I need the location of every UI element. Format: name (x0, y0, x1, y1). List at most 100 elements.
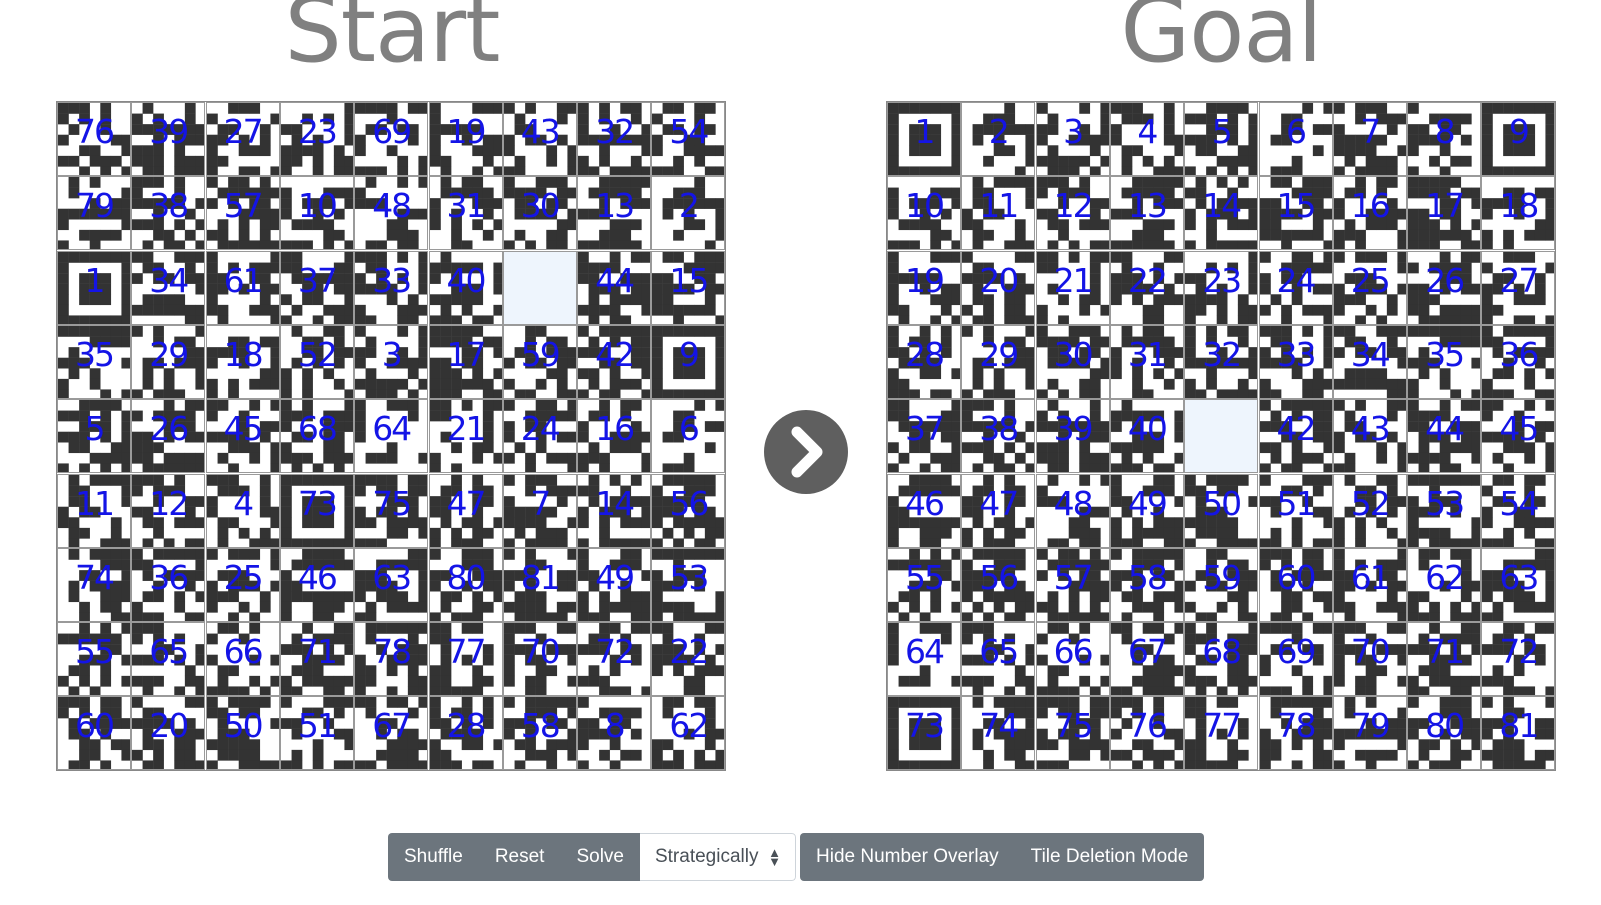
puzzle-tile[interactable]: 20 (961, 250, 1036, 325)
puzzle-tile[interactable]: 44 (1407, 399, 1482, 474)
puzzle-tile[interactable]: 28 (428, 696, 503, 771)
puzzle-tile[interactable]: 30 (1035, 324, 1110, 399)
puzzle-tile[interactable]: 2 (651, 176, 726, 251)
chevron-right-icon[interactable] (764, 410, 848, 494)
puzzle-tile[interactable]: 38 (961, 399, 1036, 474)
puzzle-tile[interactable]: 9 (1481, 102, 1556, 176)
puzzle-tile[interactable]: 65 (131, 622, 206, 697)
puzzle-tile[interactable]: 11 (961, 176, 1036, 251)
puzzle-tile[interactable]: 27 (205, 102, 280, 176)
puzzle-tile[interactable]: 57 (1035, 547, 1110, 622)
puzzle-tile[interactable]: 13 (577, 176, 652, 251)
puzzle-tile[interactable]: 8 (577, 696, 652, 771)
puzzle-tile[interactable]: 30 (502, 176, 577, 251)
puzzle-tile[interactable]: 26 (1407, 250, 1482, 325)
puzzle-tile[interactable]: 48 (354, 176, 429, 251)
puzzle-tile[interactable]: 64 (887, 622, 961, 697)
puzzle-tile[interactable]: 23 (1184, 250, 1259, 325)
puzzle-tile[interactable]: 72 (1481, 622, 1556, 697)
puzzle-tile[interactable]: 3 (354, 324, 429, 399)
puzzle-tile[interactable]: 15 (651, 250, 726, 325)
puzzle-tile[interactable]: 74 (961, 696, 1036, 771)
puzzle-tile[interactable]: 61 (205, 250, 280, 325)
puzzle-tile[interactable]: 8 (1407, 102, 1482, 176)
puzzle-tile[interactable]: 24 (502, 399, 577, 474)
puzzle-tile[interactable]: 66 (1035, 622, 1110, 697)
puzzle-tile[interactable]: 21 (1035, 250, 1110, 325)
puzzle-tile[interactable]: 15 (1258, 176, 1333, 251)
puzzle-tile[interactable]: 3 (1035, 102, 1110, 176)
puzzle-tile[interactable]: 60 (57, 696, 131, 771)
puzzle-tile[interactable]: 50 (1184, 473, 1259, 548)
puzzle-tile[interactable]: 65 (961, 622, 1036, 697)
puzzle-tile[interactable]: 5 (1184, 102, 1259, 176)
puzzle-tile[interactable]: 24 (1258, 250, 1333, 325)
puzzle-tile[interactable]: 46 (887, 473, 961, 548)
puzzle-tile[interactable]: 36 (131, 547, 206, 622)
puzzle-tile[interactable]: 76 (1109, 696, 1184, 771)
puzzle-tile[interactable]: 32 (577, 102, 652, 176)
puzzle-tile[interactable]: 7 (1332, 102, 1407, 176)
puzzle-tile[interactable]: 62 (1407, 547, 1482, 622)
puzzle-tile[interactable]: 12 (1035, 176, 1110, 251)
puzzle-tile[interactable]: 4 (1109, 102, 1184, 176)
puzzle-tile[interactable]: 71 (279, 622, 354, 697)
puzzle-tile[interactable]: 52 (279, 324, 354, 399)
puzzle-tile[interactable]: 25 (1332, 250, 1407, 325)
puzzle-tile[interactable]: 73 (887, 696, 961, 771)
puzzle-tile[interactable]: 49 (577, 547, 652, 622)
puzzle-tile[interactable]: 51 (1258, 473, 1333, 548)
puzzle-tile[interactable]: 70 (1332, 622, 1407, 697)
puzzle-tile[interactable]: 58 (502, 696, 577, 771)
puzzle-tile[interactable]: 14 (577, 473, 652, 548)
puzzle-tile[interactable]: 59 (502, 324, 577, 399)
puzzle-tile[interactable]: 80 (428, 547, 503, 622)
puzzle-tile[interactable]: 6 (651, 399, 726, 474)
puzzle-tile[interactable]: 63 (1481, 547, 1556, 622)
puzzle-tile[interactable]: 74 (57, 547, 131, 622)
puzzle-tile[interactable]: 45 (1481, 399, 1556, 474)
puzzle-tile[interactable]: 77 (1184, 696, 1259, 771)
puzzle-tile[interactable]: 35 (1407, 324, 1482, 399)
puzzle-tile[interactable]: 78 (354, 622, 429, 697)
puzzle-tile[interactable]: 19 (887, 250, 961, 325)
puzzle-tile[interactable]: 81 (502, 547, 577, 622)
puzzle-tile[interactable]: 16 (577, 399, 652, 474)
puzzle-tile[interactable]: 32 (1184, 324, 1259, 399)
puzzle-tile[interactable]: 79 (1332, 696, 1407, 771)
puzzle-tile[interactable]: 1 (57, 250, 131, 325)
puzzle-tile[interactable]: 60 (1258, 547, 1333, 622)
puzzle-tile[interactable]: 75 (1035, 696, 1110, 771)
puzzle-tile[interactable]: 75 (354, 473, 429, 548)
solve-strategy-select[interactable]: Strategically ▲ ▼ (639, 833, 796, 881)
puzzle-tile[interactable]: 26 (131, 399, 206, 474)
puzzle-tile[interactable]: 6 (1258, 102, 1333, 176)
puzzle-tile[interactable]: 51 (279, 696, 354, 771)
puzzle-tile[interactable]: 34 (1332, 324, 1407, 399)
puzzle-tile[interactable]: 22 (651, 622, 726, 697)
puzzle-tile[interactable]: 70 (502, 622, 577, 697)
puzzle-tile[interactable]: 79 (57, 176, 131, 251)
puzzle-tile[interactable]: 2 (961, 102, 1036, 176)
puzzle-tile[interactable]: 14 (1184, 176, 1259, 251)
puzzle-tile[interactable]: 67 (354, 696, 429, 771)
puzzle-tile[interactable]: 69 (1258, 622, 1333, 697)
puzzle-tile[interactable]: 20 (131, 696, 206, 771)
puzzle-tile[interactable]: 10 (279, 176, 354, 251)
puzzle-tile[interactable]: 59 (1184, 547, 1259, 622)
puzzle-tile[interactable]: 12 (131, 473, 206, 548)
puzzle-tile[interactable]: 55 (887, 547, 961, 622)
puzzle-tile[interactable]: 29 (131, 324, 206, 399)
puzzle-tile[interactable]: 68 (1184, 622, 1259, 697)
puzzle-tile[interactable]: 67 (1109, 622, 1184, 697)
puzzle-tile[interactable]: 34 (131, 250, 206, 325)
puzzle-tile[interactable]: 35 (57, 324, 131, 399)
puzzle-tile[interactable]: 31 (1109, 324, 1184, 399)
puzzle-tile[interactable]: 17 (428, 324, 503, 399)
puzzle-tile[interactable]: 39 (131, 102, 206, 176)
puzzle-tile[interactable]: 4 (205, 473, 280, 548)
puzzle-tile[interactable]: 31 (428, 176, 503, 251)
puzzle-tile[interactable]: 53 (1407, 473, 1482, 548)
puzzle-tile[interactable]: 29 (961, 324, 1036, 399)
reset-button[interactable]: Reset (478, 833, 561, 881)
